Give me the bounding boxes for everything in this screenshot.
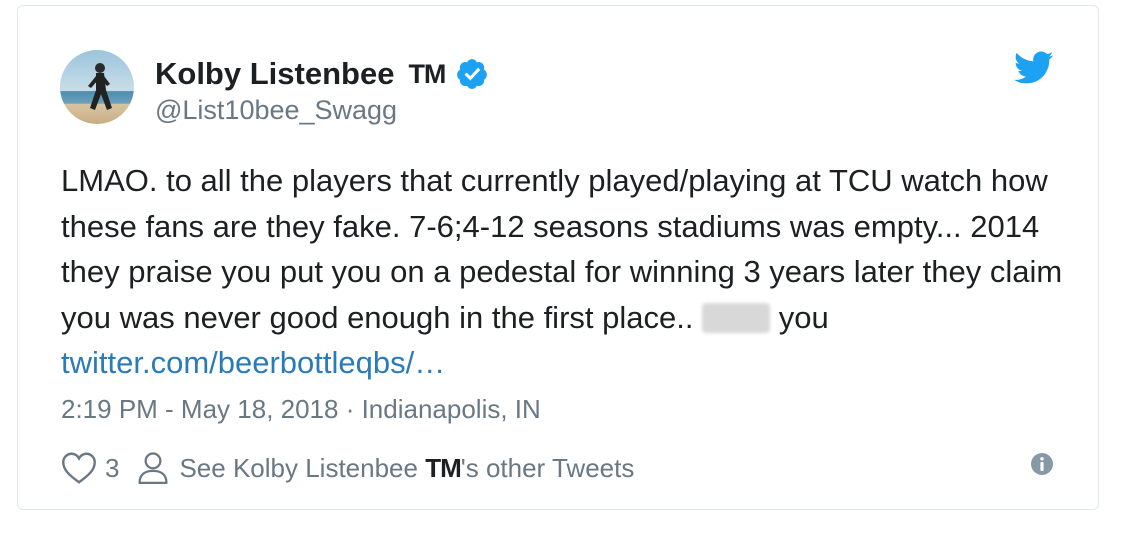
twitter-bird-icon[interactable] (1013, 51, 1054, 85)
heart-icon[interactable] (61, 451, 97, 485)
author-name-row[interactable]: Kolby Listenbee TM (155, 56, 489, 92)
redacted-word (702, 302, 771, 333)
person-icon[interactable] (137, 451, 169, 485)
tweet-text: LMAO. to all the players that currently … (61, 158, 1071, 386)
display-name-suffix: TM (408, 58, 446, 89)
other-tweets-suffix: 's other Tweets (460, 452, 635, 483)
like-count[interactable]: 3 (105, 453, 119, 484)
tweet-link[interactable]: twitter.com/beerbottleqbs/… (61, 345, 445, 380)
verified-badge-icon (455, 57, 489, 91)
tweet-text-main: LMAO. to all the players that currently … (61, 163, 1063, 335)
display-name[interactable]: Kolby Listenbee (155, 56, 394, 92)
other-tweets-prefix: See Kolby Listenbee (179, 452, 418, 483)
embedded-tweet-card: Kolby Listenbee TM @List10bee_Swagg LMAO… (17, 5, 1099, 510)
info-icon[interactable] (1030, 452, 1054, 476)
tweet-text-tail: you (778, 299, 829, 335)
see-other-tweets-link[interactable]: See Kolby Listenbee TM's other Tweets (179, 453, 634, 484)
tweet-timestamp[interactable]: 2:19 PM - May 18, 2018 · Indianapolis, I… (61, 394, 541, 425)
tweet-actions: 3 See Kolby Listenbee TM's other Tweets (61, 451, 634, 485)
avatar[interactable] (60, 50, 134, 124)
other-tweets-tm: TM (425, 452, 462, 483)
author-handle[interactable]: @List10bee_Swagg (155, 95, 397, 126)
